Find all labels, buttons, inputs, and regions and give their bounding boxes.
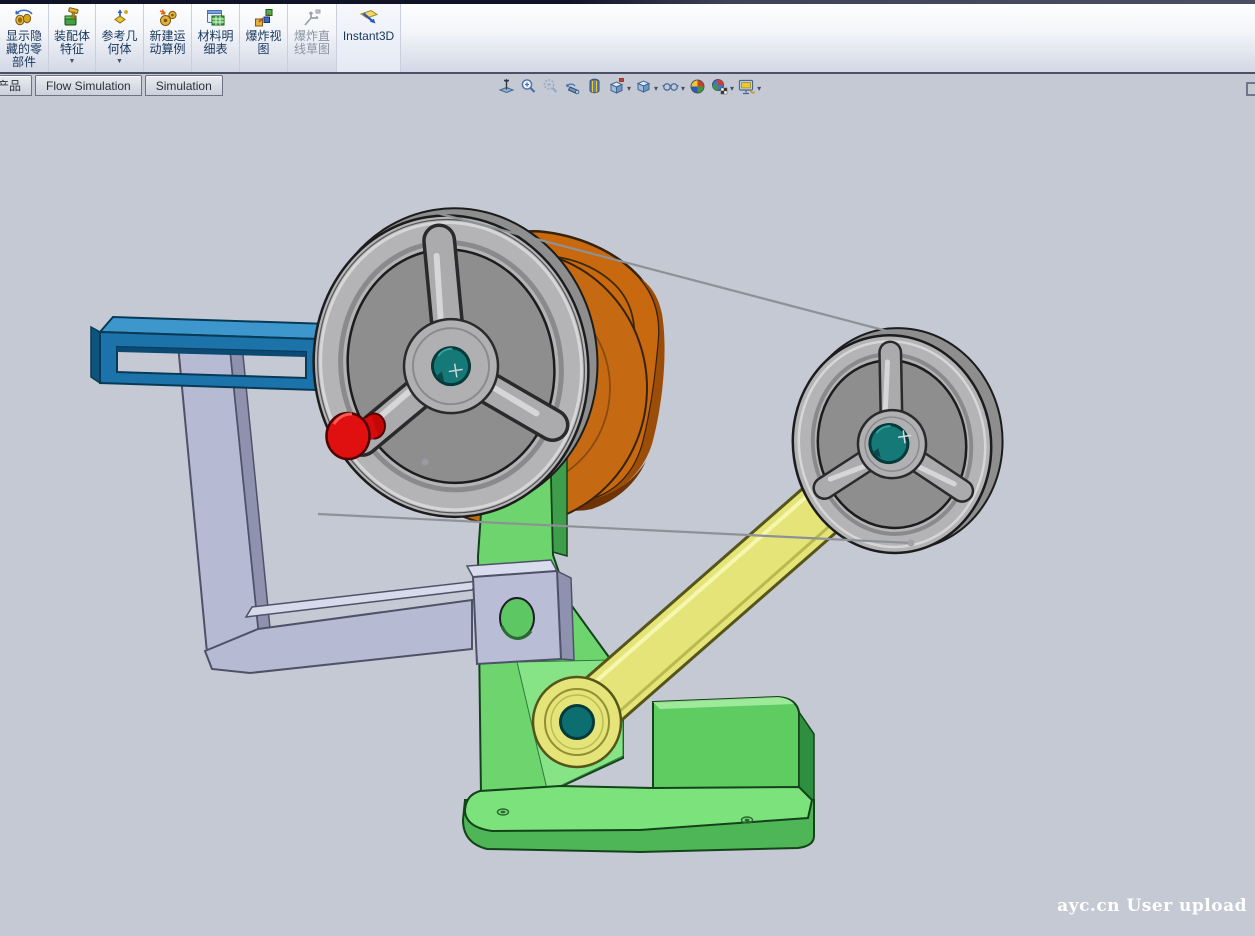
dropdown-caret-icon[interactable]: ▾: [627, 84, 631, 94]
view-tool-apply-scene[interactable]: ▾: [710, 77, 734, 101]
apply-scene-icon: [710, 77, 729, 101]
view-tool-edit-appearance[interactable]: [688, 77, 707, 101]
view-tool-zoom-in-out[interactable]: [541, 77, 560, 101]
viewport-canvas[interactable]: [0, 0, 1255, 936]
pivot-pin: [561, 706, 594, 739]
green-base-plate[interactable]: [463, 786, 814, 852]
view-orientation-icon: [607, 77, 626, 101]
dropdown-caret-icon[interactable]: ▾: [730, 84, 734, 94]
dropdown-caret-icon[interactable]: ▾: [654, 84, 658, 94]
view-tool-view-orientation[interactable]: ▾: [607, 77, 631, 101]
dropdown-caret-icon[interactable]: ▾: [681, 84, 685, 94]
dropdown-caret-icon[interactable]: ▾: [757, 84, 761, 94]
view-tool-view-settings[interactable]: ▾: [737, 77, 761, 101]
tab-flow-simulation[interactable]: Flow Simulation: [35, 75, 142, 96]
view-tool-zoom-to-fit[interactable]: [497, 77, 516, 101]
display-style-icon: [634, 77, 653, 101]
heads-up-view-toolbar: ▾ ▾ ▾ ▾ ▾: [497, 78, 761, 99]
vertex-marker: [422, 459, 429, 466]
watermark: ayc.cn User upload: [1057, 896, 1247, 916]
view-tool-zoom-to-area[interactable]: [519, 77, 538, 101]
section-view-icon: [585, 77, 604, 101]
view-settings-icon: [737, 77, 756, 101]
view-tool-hide-show-items[interactable]: ▾: [661, 77, 685, 101]
zoom-to-area-icon: [519, 77, 538, 101]
previous-view-icon: [563, 77, 582, 101]
tab-product[interactable]: 产品: [0, 75, 32, 96]
zoom-in-out-icon: [541, 77, 560, 101]
zoom-to-fit-icon: [497, 77, 516, 101]
task-pane-edge[interactable]: [1246, 82, 1255, 96]
command-manager-tabs: 产品Flow SimulationSimulation: [0, 75, 226, 97]
view-tool-previous-view[interactable]: [563, 77, 582, 101]
edit-appearance-icon: [688, 77, 707, 101]
view-tool-section-view[interactable]: [585, 77, 604, 101]
hide-show-items-icon: [661, 77, 680, 101]
tab-simulation[interactable]: Simulation: [145, 75, 223, 96]
view-tool-display-style[interactable]: ▾: [634, 77, 658, 101]
